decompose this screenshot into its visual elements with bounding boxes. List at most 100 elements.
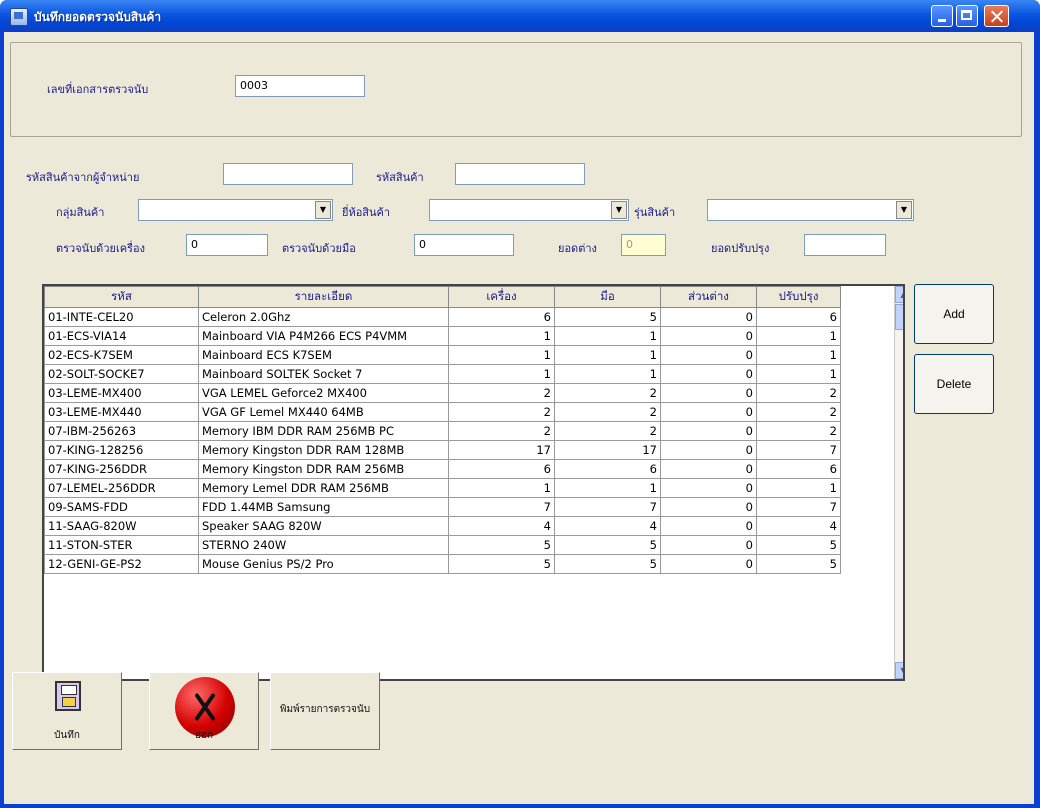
cell-machine[interactable]: 1 [448,326,555,346]
cell-description[interactable]: Memory Kingston DDR RAM 256MB [198,459,449,479]
cell-machine[interactable]: 1 [448,478,555,498]
col-header-manual[interactable]: มือ [554,286,661,308]
table-row[interactable]: 07-KING-256DDR Memory Kingston DDR RAM 25… [44,459,841,479]
table-row[interactable]: 02-ECS-K7SEM Mainboard ECS K7SEM 1 1 0 1 [44,345,841,365]
table-row[interactable]: 12-GENI-GE-PS2 Mouse Genius PS/2 Pro 5 5 0 5 [44,554,841,574]
table-row[interactable]: 07-IBM-256263 Memory IBM DDR RAM 256MB PC… [44,421,841,441]
maximize-button[interactable] [956,5,978,27]
cell-adjust[interactable]: 2 [756,421,841,441]
table-row[interactable]: 11-STON-STER STERNO 240W 5 5 0 5 [44,535,841,555]
cell-manual[interactable]: 2 [554,383,661,403]
cell-difference[interactable]: 0 [660,402,757,422]
cell-adjust[interactable]: 1 [756,345,841,365]
cell-description[interactable]: Memory Kingston DDR RAM 128MB [198,440,449,460]
cell-manual[interactable]: 1 [554,326,661,346]
cell-code[interactable]: 03-LEME-MX440 [44,402,199,422]
cell-machine[interactable]: 1 [448,345,555,365]
col-header-code[interactable]: รหัส [44,286,199,308]
cell-code[interactable]: 01-INTE-CEL20 [44,307,199,327]
cell-manual[interactable]: 2 [554,421,661,441]
grid-vertical-scrollbar[interactable]: ▲ ▼ [894,286,903,679]
cell-machine[interactable]: 6 [448,307,555,327]
product-code-field[interactable] [455,163,585,185]
table-row[interactable]: 09-SAMS-FDD FDD 1.44MB Samsung 7 7 0 7 [44,497,841,517]
cell-adjust[interactable]: 1 [756,364,841,384]
cell-machine[interactable]: 17 [448,440,555,460]
table-row[interactable]: 01-INTE-CEL20 Celeron 2.0Ghz 6 5 0 6 [44,307,841,327]
cell-difference[interactable]: 0 [660,554,757,574]
table-row[interactable]: 11-SAAG-820W Speaker SAAG 820W 4 4 0 4 [44,516,841,536]
chevron-down-icon[interactable]: ▼ [315,201,331,219]
cell-description[interactable]: VGA GF Lemel MX440 64MB [198,402,449,422]
manual-field[interactable]: 0 [414,234,514,256]
cell-difference[interactable]: 0 [660,383,757,403]
cell-code[interactable]: 02-ECS-K7SEM [44,345,199,365]
cell-description[interactable]: STERNO 240W [198,535,449,555]
chevron-down-icon[interactable]: ▼ [611,201,627,219]
cell-difference[interactable]: 0 [660,497,757,517]
cell-adjust[interactable]: 1 [756,326,841,346]
cell-machine[interactable]: 5 [448,535,555,555]
cell-description[interactable]: FDD 1.44MB Samsung [198,497,449,517]
cell-code[interactable]: 11-SAAG-820W [44,516,199,536]
scroll-up-icon[interactable]: ▲ [895,286,903,303]
cell-difference[interactable]: 0 [660,478,757,498]
brand-dropdown[interactable]: ▼ [429,199,629,221]
table-row[interactable]: 02-SOLT-SOCKE7 Mainboard SOLTEK Socket 71… [44,364,841,384]
cell-machine[interactable]: 2 [448,402,555,422]
cell-description[interactable]: Mainboard SOLTEK Socket 7 [198,364,449,384]
exit-button[interactable]: ออก [149,672,259,750]
cell-machine[interactable]: 1 [448,364,555,384]
delete-button[interactable]: Delete [914,354,994,414]
category-dropdown[interactable]: ▼ [138,199,333,221]
cell-machine[interactable]: 2 [448,383,555,403]
cell-difference[interactable]: 0 [660,535,757,555]
table-row[interactable]: 03-LEME-MX440 VGA GF Lemel MX440 64MB 2 2 0 2 [44,402,841,422]
model-dropdown[interactable]: ▼ [707,199,914,221]
cell-manual[interactable]: 5 [554,307,661,327]
cell-manual[interactable]: 7 [554,497,661,517]
cell-adjust[interactable]: 5 [756,554,841,574]
cell-code[interactable]: 11-STON-STER [44,535,199,555]
cell-manual[interactable]: 4 [554,516,661,536]
cell-code[interactable]: 12-GENI-GE-PS2 [44,554,199,574]
cell-manual[interactable]: 6 [554,459,661,479]
table-row[interactable]: 07-KING-128256 Memory Kingston DDR RAM 12… [44,440,841,460]
vendor-code-field[interactable] [223,163,353,185]
cell-difference[interactable]: 0 [660,440,757,460]
cell-difference[interactable]: 0 [660,364,757,384]
cell-difference[interactable]: 0 [660,459,757,479]
cell-difference[interactable]: 0 [660,326,757,346]
cell-difference[interactable]: 0 [660,307,757,327]
cell-adjust[interactable]: 1 [756,478,841,498]
cell-description[interactable]: Celeron 2.0Ghz [198,307,449,327]
cell-adjust[interactable]: 7 [756,440,841,460]
cell-adjust[interactable]: 6 [756,459,841,479]
counted-field[interactable]: 0 [186,234,268,256]
cell-difference[interactable]: 0 [660,345,757,365]
col-header-difference[interactable]: ส่วนต่าง [660,286,757,308]
cell-code[interactable]: 07-KING-128256 [44,440,199,460]
cell-description[interactable]: Mainboard VIA P4M266 ECS P4VMM [198,326,449,346]
cell-description[interactable]: Mainboard ECS K7SEM [198,345,449,365]
doc-no-field[interactable]: 0003 [235,75,365,97]
cell-difference[interactable]: 0 [660,516,757,536]
cell-code[interactable]: 03-LEME-MX400 [44,383,199,403]
cell-description[interactable]: Mouse Genius PS/2 Pro [198,554,449,574]
adjust-field[interactable] [804,234,886,256]
cell-description[interactable]: Memory Lemel DDR RAM 256MB [198,478,449,498]
stock-count-grid[interactable]: รหัส รายละเอียด เครื่อง มือ ส่วนต่าง ปรั… [42,284,905,681]
cell-adjust[interactable]: 2 [756,402,841,422]
title-bar[interactable]: บันทึกยอดตรวจนับสินค้า [0,0,1040,32]
table-row[interactable]: 01-ECS-VIA14 Mainboard VIA P4M266 ECS P4V… [44,326,841,346]
col-header-description[interactable]: รายละเอียด [198,286,449,308]
cell-manual[interactable]: 1 [554,345,661,365]
col-header-adjust[interactable]: ปรับปรุง [756,286,841,308]
cell-manual[interactable]: 2 [554,402,661,422]
cell-description[interactable]: Memory IBM DDR RAM 256MB PC [198,421,449,441]
scroll-down-icon[interactable]: ▼ [895,662,903,679]
cell-adjust[interactable]: 4 [756,516,841,536]
cell-machine[interactable]: 4 [448,516,555,536]
cell-code[interactable]: 01-ECS-VIA14 [44,326,199,346]
cell-manual[interactable]: 5 [554,535,661,555]
